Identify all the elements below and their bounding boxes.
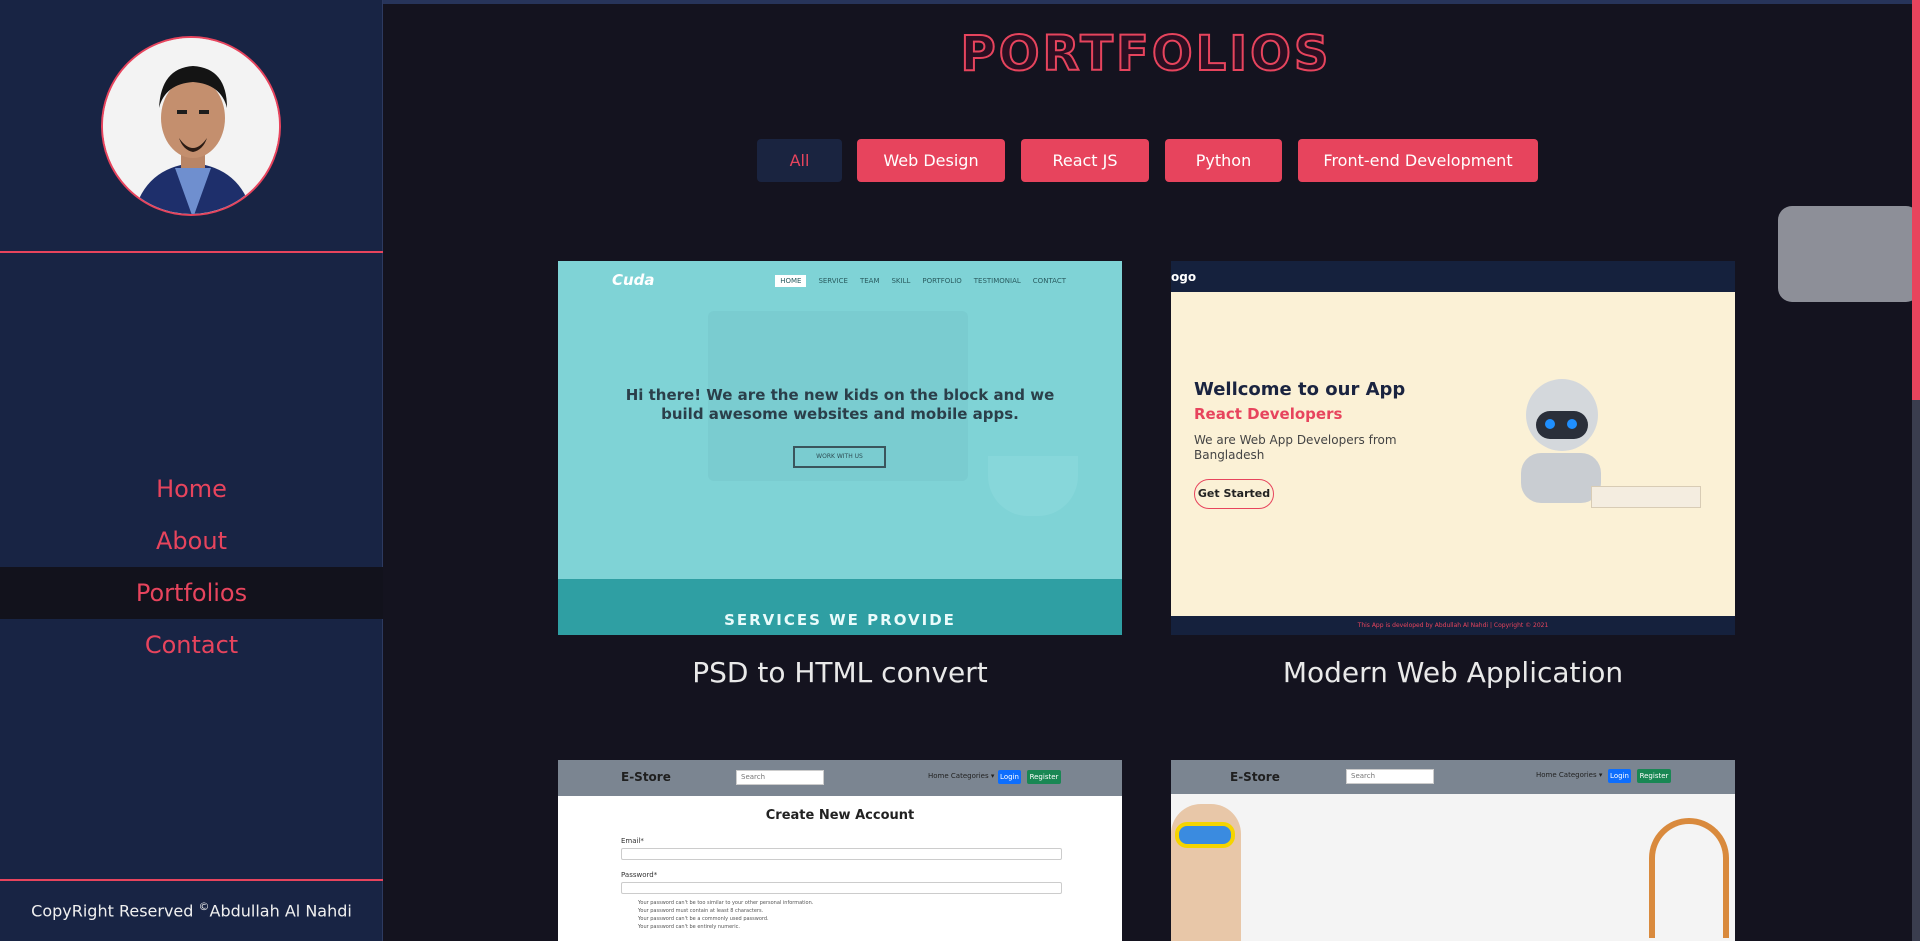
- main-content: PORTFOLIOS All Web Design React JS Pytho…: [384, 0, 1920, 941]
- preview-get-started-button: Get Started: [1194, 479, 1274, 509]
- portfolio-card-image-estore-shop[interactable]: E-Store Search Home Categories ▾ Login R…: [1171, 760, 1735, 941]
- preview-cta-button: WORK WITH US: [793, 446, 886, 468]
- scrollbar-lower-track: [1912, 400, 1920, 941]
- preview-navbar: [1171, 261, 1735, 292]
- preview-menu-item: CONTACT: [1032, 277, 1066, 285]
- preview-brand: E-Store: [1230, 770, 1280, 784]
- portfolio-card-title[interactable]: Modern Web Application: [1171, 656, 1735, 689]
- preview-password-rule: Your password can't be entirely numeric.: [638, 924, 740, 930]
- preview-nav-links: Home Categories ▾: [1536, 771, 1603, 779]
- preview-menu-item: HOME: [775, 275, 807, 287]
- robot-body-graphic: [1521, 453, 1601, 503]
- avatar-photo: [103, 38, 279, 214]
- preview-brand: E-Store: [621, 770, 671, 784]
- page-title: PORTFOLIOS: [960, 25, 1332, 83]
- nav-item-about[interactable]: About: [0, 515, 383, 567]
- copyright-text: CopyRight Reserved ©Abdullah Al Nahdi: [0, 900, 383, 920]
- preview-password-field: [621, 882, 1062, 894]
- preview-register-button: Register: [1027, 770, 1061, 784]
- preview-hero-line1: Hi there! We are the new kids on the blo…: [625, 386, 1055, 404]
- preview-services-heading: SERVICES WE PROVIDE: [724, 611, 956, 629]
- preview-nav-links: Home Categories ▾: [928, 772, 995, 780]
- preview-search-input: Search: [1346, 769, 1434, 784]
- copyright-prefix: CopyRight Reserved: [31, 901, 199, 921]
- preview-hero-text: Hi there! We are the new kids on the blo…: [558, 386, 1122, 424]
- filter-react-js-button[interactable]: React JS: [1021, 139, 1149, 182]
- robot-face-graphic: [1536, 411, 1588, 439]
- preview-footer: This App is developed by Abdullah Al Nah…: [1171, 616, 1735, 635]
- nav-item-contact[interactable]: Contact: [0, 619, 383, 671]
- preview-text: We are Web App Developers from Banglades…: [1194, 433, 1397, 462]
- preview-login-button: Login: [1608, 769, 1631, 783]
- preview-heading: Create New Account: [765, 808, 915, 823]
- preview-menu-item: PORTFOLIO: [922, 277, 962, 285]
- preview-email-label: Email*: [621, 837, 644, 845]
- robot-eye-graphic: [1567, 419, 1577, 429]
- copyright-name: Abdullah Al Nahdi: [209, 901, 352, 921]
- robot-eye-graphic: [1545, 419, 1555, 429]
- filter-python-button[interactable]: Python: [1165, 139, 1282, 182]
- preview-password-rule: Your password can't be a commonly used p…: [638, 916, 769, 922]
- preview-hero-line2: build awesome websites and mobile apps.: [661, 405, 1019, 423]
- preview-logo: Cuda: [612, 271, 655, 289]
- portfolio-card-image-psd[interactable]: Cuda HOME SERVICE TEAM SKILL PORTFOLIO TESTIM…: [558, 261, 1122, 635]
- preview-menu-item: SERVICE: [818, 277, 848, 285]
- nav-item-home[interactable]: Home: [0, 463, 383, 515]
- preview-login-button: Login: [998, 770, 1021, 784]
- filter-web-design-button[interactable]: Web Design: [857, 139, 1005, 182]
- portfolio-filter-bar: All Web Design React JS Python Front-end…: [384, 139, 1908, 182]
- preview-password-label: Password*: [621, 871, 658, 879]
- preview-register-button: Register: [1637, 769, 1671, 783]
- filter-frontend-button[interactable]: Front-end Development: [1298, 139, 1538, 182]
- handbag-graphic: [1649, 818, 1729, 938]
- book-graphic: [1591, 486, 1701, 508]
- preview-menu-item: TEAM: [859, 277, 880, 285]
- preview-logo: ogo: [1171, 270, 1197, 284]
- sidebar-nav: Home About Portfolios Contact: [0, 463, 383, 671]
- preview-menu: HOME SERVICE TEAM SKILL PORTFOLIO TESTIMONIAL…: [763, 275, 1066, 287]
- sidebar-divider-bottom: [0, 879, 383, 881]
- preview-search-input: Search: [736, 770, 824, 785]
- floating-widget[interactable]: [1778, 206, 1920, 302]
- sidebar: Home About Portfolios Contact CopyRight …: [0, 0, 383, 941]
- filter-all-button[interactable]: All: [757, 139, 842, 182]
- profile-avatar: [101, 36, 281, 216]
- preview-password-rule: Your password must contain at least 8 ch…: [638, 908, 764, 914]
- copyright-mark: ©: [198, 900, 210, 913]
- cup-graphic: [988, 456, 1078, 516]
- portfolio-card-title[interactable]: PSD to HTML convert: [558, 656, 1122, 689]
- preview-menu-item: TESTIMONIAL: [973, 277, 1021, 285]
- sunglasses-graphic: [1175, 822, 1235, 848]
- sidebar-divider-top: [0, 251, 383, 253]
- preview-menu-item: SKILL: [891, 277, 911, 285]
- preview-heading: Wellcome to our App: [1194, 379, 1406, 400]
- portfolio-card-image-webapp[interactable]: ogo Wellcome to our App React Developers…: [1171, 261, 1735, 635]
- portfolio-card-image-estore-register[interactable]: E-Store Search Home Categories ▾ Login R…: [558, 760, 1122, 941]
- preview-email-field: [621, 848, 1062, 860]
- preview-subheading: React Developers: [1194, 405, 1343, 423]
- preview-password-rule: Your password can't be too similar to yo…: [638, 900, 814, 906]
- nav-item-portfolios[interactable]: Portfolios: [0, 567, 383, 619]
- scrollbar-thumb[interactable]: [1912, 0, 1920, 400]
